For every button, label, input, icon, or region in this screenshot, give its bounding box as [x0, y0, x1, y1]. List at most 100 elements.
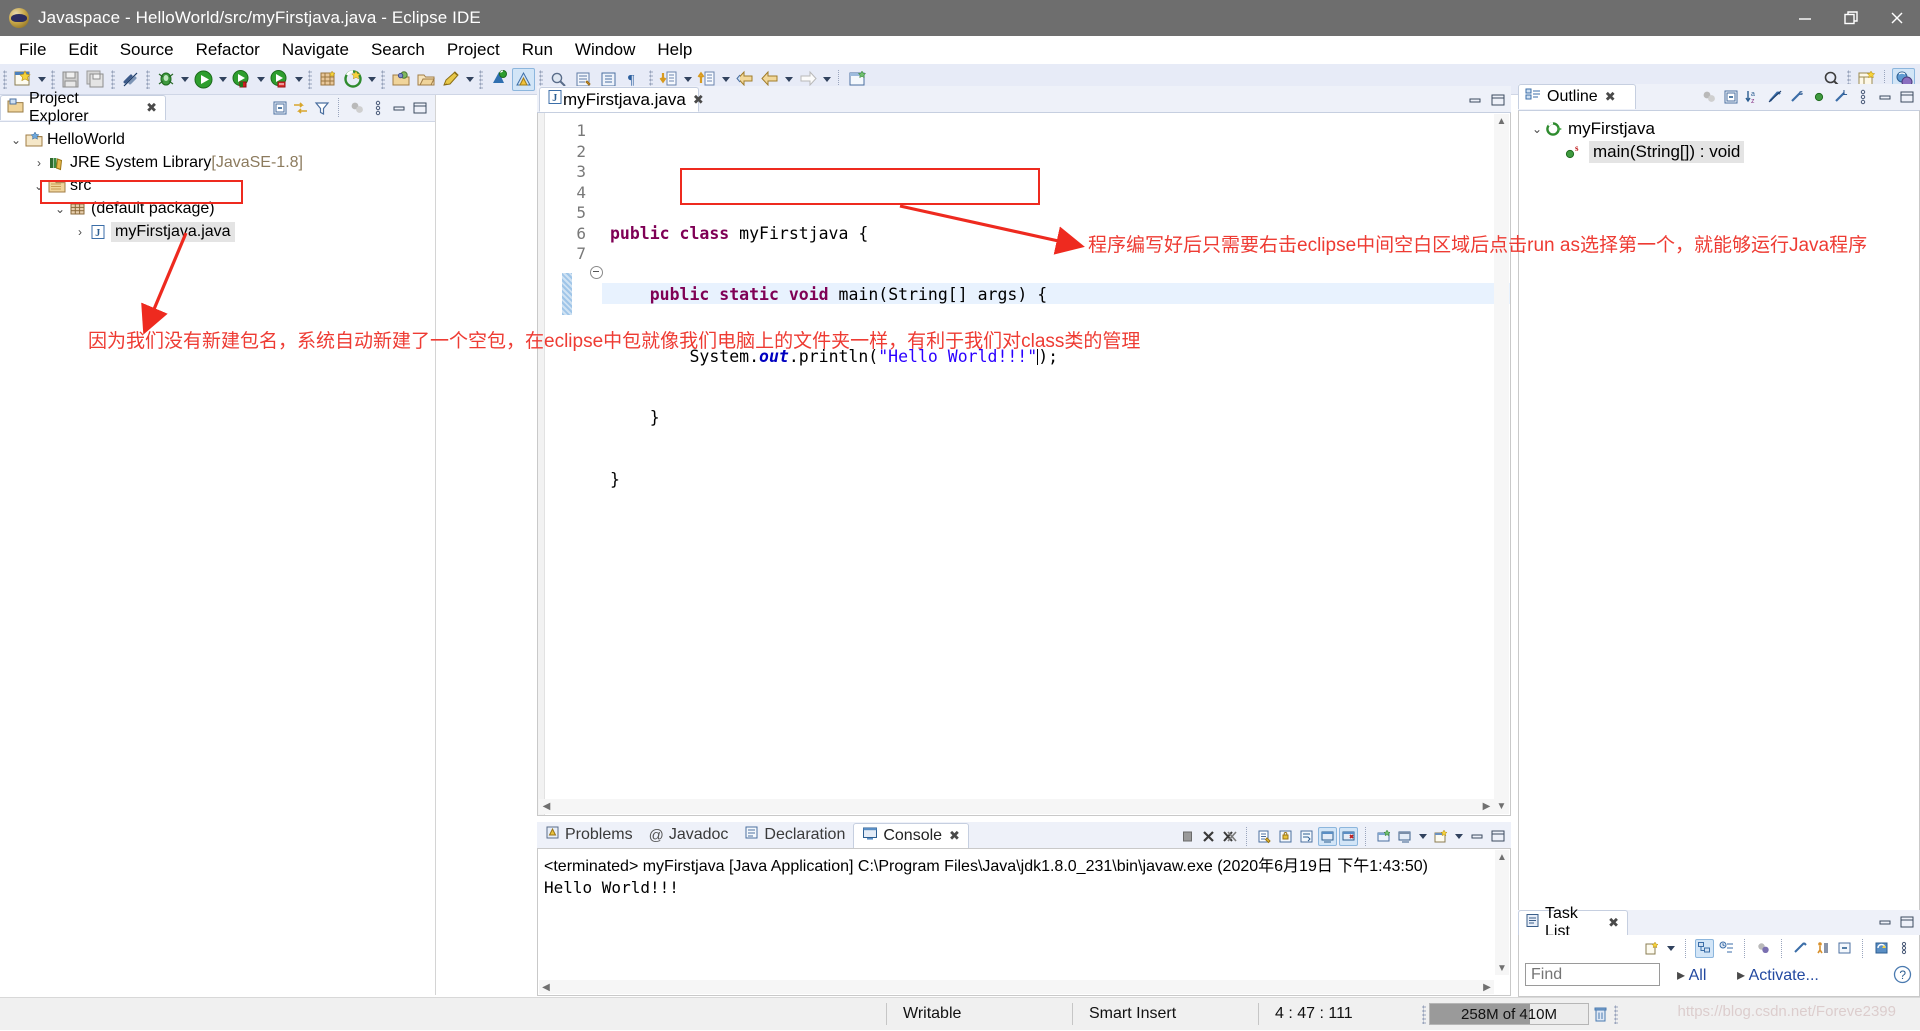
display-selected-console-icon[interactable] [1374, 827, 1393, 846]
outline-close-icon[interactable]: ✖ [1605, 89, 1616, 105]
scroll-right-arrow[interactable]: ▶ [1480, 980, 1494, 994]
scheduled-presentation-icon[interactable] [1717, 939, 1736, 958]
scroll-up-arrow[interactable]: ▲ [1494, 114, 1509, 129]
chevron-down-icon[interactable]: ⌄ [52, 202, 68, 216]
maximize-restore-button[interactable] [1828, 0, 1874, 36]
source-code[interactable]: public class myFirstjava { public static… [610, 121, 1058, 593]
display-selected-dropdown-arrow[interactable] [1416, 825, 1429, 847]
task-activate-link[interactable]: ▸ Activate... [1737, 965, 1819, 985]
minimize-icon[interactable] [1875, 913, 1894, 932]
tree-item-src[interactable]: ⌄ src [0, 174, 435, 197]
project-explorer-close-icon[interactable]: ✖ [146, 100, 157, 116]
view-menu-icon[interactable] [1853, 87, 1872, 106]
tree-item-myfirstjava-file[interactable]: › J myFirstjava.java [0, 220, 435, 243]
menu-edit[interactable]: Edit [57, 37, 108, 63]
scroll-down-arrow[interactable]: ▼ [1495, 961, 1509, 975]
scroll-left-arrow[interactable]: ◀ [539, 980, 553, 994]
new-package-icon[interactable] [341, 68, 364, 91]
minimize-icon[interactable] [1465, 90, 1484, 109]
minimize-icon[interactable] [1875, 87, 1894, 106]
link-with-editor-icon[interactable] [291, 98, 310, 117]
fold-collapse-icon[interactable] [590, 266, 603, 279]
console-output-area[interactable]: <terminated> myFirstjava [Java Applicati… [537, 848, 1511, 996]
new-annotation-icon[interactable] [487, 68, 510, 91]
clear-console-icon[interactable] [1255, 827, 1274, 846]
maximize-icon[interactable] [1897, 913, 1916, 932]
outline-item-main-method[interactable]: s main(String[]) : void [1519, 140, 1919, 163]
external-tools-dropdown-arrow[interactable] [292, 68, 305, 90]
terminate-icon[interactable] [1178, 827, 1197, 846]
tab-javadoc[interactable]: @ Javadoc [641, 822, 737, 848]
collapse-all-icon[interactable] [1721, 87, 1740, 106]
minimize-icon[interactable] [389, 98, 408, 117]
menu-navigate[interactable]: Navigate [271, 37, 360, 63]
collapse-all-icon[interactable] [1835, 939, 1854, 958]
menu-run[interactable]: Run [511, 37, 564, 63]
task-filter-all[interactable]: ▸ All [1677, 965, 1706, 985]
debug-icon[interactable] [154, 68, 177, 91]
synchronize-icon[interactable] [1872, 939, 1891, 958]
menu-window[interactable]: Window [564, 37, 646, 63]
editor-tab-close-icon[interactable]: ✖ [693, 92, 704, 108]
tree-item-helloworld[interactable]: ⌄ HelloWorld [0, 128, 435, 151]
minimize-button[interactable] [1782, 0, 1828, 36]
open-resource-icon[interactable] [414, 68, 437, 91]
view-filter-icon[interactable] [312, 98, 331, 117]
filter-completed-icon[interactable] [1791, 939, 1810, 958]
console-vertical-scrollbar[interactable]: ▲ ▼ [1495, 850, 1509, 975]
new-dropdown-arrow[interactable] [35, 68, 48, 90]
maximize-icon[interactable] [1897, 87, 1916, 106]
menu-help[interactable]: Help [646, 37, 703, 63]
coverage-dropdown-arrow[interactable] [254, 68, 267, 90]
editor-horizontal-scrollbar[interactable]: ◀ ▶ [539, 799, 1494, 814]
tab-task-list[interactable]: Task List ✖ [1518, 905, 1628, 940]
categorized-presentation-icon[interactable] [1695, 938, 1714, 958]
open-console-dropdown-arrow[interactable] [1452, 825, 1465, 847]
menu-refactor[interactable]: Refactor [185, 37, 271, 63]
tab-console[interactable]: Console ✖ [853, 823, 969, 848]
open-type-icon[interactable] [389, 68, 412, 91]
new-task-dropdown-arrow[interactable] [1664, 937, 1677, 959]
menu-file[interactable]: File [8, 37, 57, 63]
chevron-down-icon[interactable]: ⌄ [1529, 122, 1545, 136]
minimize-icon[interactable] [1467, 827, 1486, 846]
new-class-icon[interactable] [439, 68, 462, 91]
java-perspective-icon[interactable] [512, 67, 535, 91]
chevron-down-icon[interactable]: ⌄ [31, 179, 47, 193]
outline-item-class[interactable]: ⌄ myFirstjava [1519, 117, 1919, 140]
chevron-right-icon[interactable]: › [72, 225, 88, 239]
new-wizard-icon[interactable] [11, 68, 34, 91]
save-all-icon[interactable] [84, 68, 107, 91]
hide-local-types-icon[interactable]: L [1831, 87, 1850, 106]
word-wrap-icon[interactable] [1297, 827, 1316, 846]
tree-item-jre-system-library[interactable]: › JRE System Library [JavaSE-1.8] [0, 151, 435, 174]
hide-static-icon[interactable]: s [1787, 87, 1806, 106]
focus-icon[interactable] [1699, 87, 1718, 106]
task-help-icon[interactable]: ? [1893, 965, 1912, 989]
debug-dropdown-arrow[interactable] [178, 68, 191, 90]
tree-item-default-package[interactable]: ⌄ (default package) [0, 197, 435, 220]
coverage-icon[interactable] [230, 68, 253, 91]
console-close-icon[interactable]: ✖ [949, 828, 960, 844]
toolbar-grip[interactable] [3, 69, 7, 89]
maximize-icon[interactable] [1488, 90, 1507, 109]
focus-icon[interactable] [1754, 939, 1773, 958]
tab-myfirstjava-java[interactable]: J myFirstjava.java ✖ [539, 87, 704, 112]
heap-status-bar[interactable]: 258M of 410M [1429, 1003, 1589, 1025]
run-icon[interactable] [192, 68, 215, 91]
external-tools-icon[interactable] [268, 68, 291, 91]
display-selected-console-icon-2[interactable] [1395, 827, 1414, 846]
editor-vertical-scrollbar[interactable]: ▲ ▼ [1494, 114, 1509, 814]
scroll-down-arrow[interactable]: ▼ [1494, 799, 1509, 814]
scroll-up-arrow[interactable]: ▲ [1495, 850, 1509, 864]
new-class-dropdown-arrow[interactable] [463, 68, 476, 90]
task-list-close-icon[interactable]: ✖ [1608, 915, 1619, 931]
trash-icon[interactable] [1589, 1003, 1611, 1025]
view-menu-icon[interactable] [1894, 939, 1913, 958]
collapse-all-icon[interactable] [270, 98, 289, 117]
maximize-icon[interactable] [1488, 827, 1507, 846]
task-find-input[interactable] [1525, 963, 1660, 986]
show-console-on-output-icon[interactable] [1318, 826, 1337, 846]
save-icon[interactable] [59, 68, 82, 91]
focus-on-workweek-icon[interactable] [1813, 939, 1832, 958]
